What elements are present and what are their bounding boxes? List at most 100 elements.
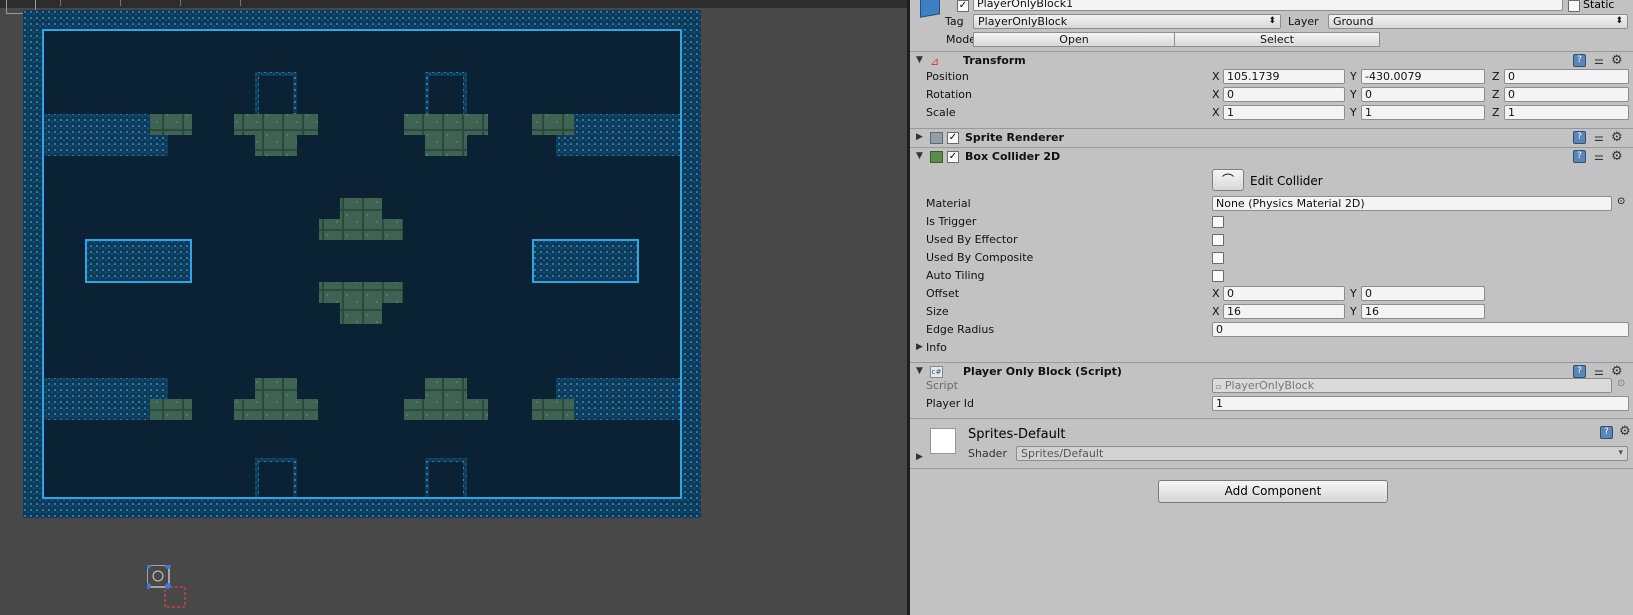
help-book-icon[interactable]: ? — [1573, 150, 1586, 163]
script-value: PlayerOnlyBlock — [1224, 379, 1315, 392]
rotation-label: Rotation — [926, 88, 973, 101]
axis-x-label: X — [1212, 305, 1220, 318]
rotation-x-field[interactable]: 0 — [1223, 87, 1345, 102]
material-label: Material — [926, 197, 971, 210]
is-trigger-checkbox[interactable] — [1212, 216, 1224, 228]
position-label: Position — [926, 70, 969, 83]
used-by-effector-checkbox[interactable] — [1212, 234, 1224, 246]
level-tilemap[interactable] — [23, 10, 701, 518]
size-x-field[interactable]: 16 — [1223, 304, 1345, 319]
model-row: Model Open Select — [910, 31, 1633, 49]
fold-right-icon: ▶ — [916, 452, 923, 462]
material-row: Material None (Physics Material 2D) ⊙ — [910, 195, 1633, 213]
object-name-field[interactable]: PlayerOnlyBlock1 — [973, 0, 1563, 11]
shader-label: Shader — [968, 447, 1007, 460]
scene-view[interactable] — [0, 0, 907, 615]
info-label: Info — [926, 341, 947, 354]
sprite-renderer-enabled-checkbox[interactable]: ✓ — [947, 132, 959, 144]
static-checkbox[interactable] — [1568, 0, 1580, 12]
sprite-renderer-icon — [930, 132, 943, 144]
edit-collider-row: ⌒ Edit Collider — [910, 169, 1633, 193]
edit-collider-label: Edit Collider — [1250, 174, 1323, 188]
axis-z-label: Z — [1492, 106, 1500, 119]
fold-right-icon: ▶ — [916, 342, 923, 352]
gear-icon[interactable]: ⚙ — [1619, 424, 1631, 439]
info-row[interactable]: ▶ Info — [910, 339, 1633, 357]
presets-icon[interactable]: ⚌ — [1594, 131, 1604, 144]
rotation-z-field[interactable]: 0 — [1504, 87, 1629, 102]
object-picker-icon: ⊙ — [1617, 378, 1626, 389]
size-y-field[interactable]: 16 — [1361, 304, 1485, 319]
used-by-effector-row: Used By Effector — [910, 231, 1633, 249]
help-book-icon[interactable]: ? — [1573, 54, 1586, 67]
edit-collider-button[interactable]: ⌒ — [1212, 169, 1244, 191]
dropdown-arrow-icon: ⬍ — [1268, 16, 1276, 26]
auto-tiling-checkbox[interactable] — [1212, 270, 1224, 282]
sprite-renderer-header[interactable]: ▶ ✓ Sprite Renderer ? ⚌ ⚙ — [910, 128, 1633, 147]
scale-x-field[interactable]: 1 — [1223, 105, 1345, 120]
is-trigger-label: Is Trigger — [926, 215, 977, 228]
edge-radius-label: Edge Radius — [926, 323, 995, 336]
presets-icon[interactable]: ⚌ — [1594, 150, 1604, 163]
material-name: Sprites-Default — [968, 427, 1066, 442]
size-label: Size — [926, 305, 949, 318]
script-label: Script — [926, 379, 958, 392]
edit-collider-icon: ⌒ — [1221, 173, 1234, 187]
dropdown-arrow-icon: ▾ — [1618, 448, 1623, 458]
position-z-field[interactable]: 0 — [1504, 69, 1629, 84]
offset-x-field[interactable]: 0 — [1223, 286, 1345, 301]
gear-icon[interactable]: ⚙ — [1611, 149, 1623, 164]
tag-dropdown[interactable]: PlayerOnlyBlock ⬍ — [973, 14, 1281, 29]
used-by-composite-row: Used By Composite — [910, 249, 1633, 267]
separator — [910, 468, 1633, 469]
selected-block-gizmo[interactable] — [145, 563, 195, 613]
box-collider-enabled-checkbox[interactable]: ✓ — [947, 151, 959, 163]
axis-y-label: Y — [1350, 70, 1357, 83]
tag-value: PlayerOnlyBlock — [978, 15, 1068, 28]
gear-icon[interactable]: ⚙ — [1611, 53, 1623, 68]
position-x-field[interactable]: 105.1739 — [1223, 69, 1345, 84]
used-by-effector-label: Used By Effector — [926, 233, 1018, 246]
scale-z-field[interactable]: 1 — [1504, 105, 1629, 120]
player-id-label: Player Id — [926, 397, 974, 410]
help-book-icon[interactable]: ? — [1600, 426, 1613, 439]
presets-icon[interactable]: ⚌ — [1594, 54, 1604, 67]
fold-down-icon: ▼ — [916, 366, 923, 376]
script-field: ▫ PlayerOnlyBlock — [1212, 378, 1612, 393]
axis-x-label: X — [1212, 287, 1220, 300]
rotation-y-field[interactable]: 0 — [1361, 87, 1485, 102]
scene-ruler — [0, 0, 907, 8]
edge-radius-field[interactable]: 0 — [1212, 322, 1629, 337]
material-asset-section: ▶ Sprites-Default Shader Sprites/Default… — [910, 420, 1633, 466]
shader-dropdown[interactable]: Sprites/Default ▾ — [1016, 446, 1628, 461]
dropdown-arrow-icon: ⬍ — [1615, 16, 1623, 26]
static-label: Static — [1583, 0, 1615, 11]
box-collider-header[interactable]: ▼ ✓ Box Collider 2D ? ⚌ ⚙ — [910, 147, 1633, 166]
gear-icon[interactable]: ⚙ — [1611, 130, 1623, 145]
player-id-row: Player Id 1 — [910, 395, 1633, 413]
offset-y-field[interactable]: 0 — [1361, 286, 1485, 301]
player-id-field[interactable]: 1 — [1212, 396, 1629, 411]
object-picker-icon[interactable]: ⊙ — [1617, 196, 1625, 207]
offset-label: Offset — [926, 287, 960, 300]
material-field[interactable]: None (Physics Material 2D) — [1212, 196, 1612, 211]
auto-tiling-row: Auto Tiling — [910, 267, 1633, 285]
model-select-button[interactable]: Select — [1174, 32, 1380, 47]
position-y-field[interactable]: -430.0079 — [1361, 69, 1485, 84]
axis-z-label: Z — [1492, 88, 1500, 101]
transform-title: Transform — [963, 54, 1026, 67]
fold-down-icon: ▼ — [916, 55, 923, 65]
offset-row: Offset X 0 Y 0 — [910, 285, 1633, 303]
layer-dropdown[interactable]: Ground ⬍ — [1328, 14, 1628, 29]
model-open-button[interactable]: Open — [973, 32, 1175, 47]
axis-y-label: Y — [1350, 106, 1357, 119]
scale-row: Scale X 1 Y 1 Z 1 — [910, 104, 1633, 122]
axis-y-label: Y — [1350, 287, 1357, 300]
help-book-icon[interactable]: ? — [1573, 131, 1586, 144]
add-component-button[interactable]: Add Component — [1158, 480, 1388, 503]
axis-x-label: X — [1212, 106, 1220, 119]
used-by-composite-checkbox[interactable] — [1212, 252, 1224, 264]
active-checkbox[interactable]: ✓ — [957, 0, 969, 12]
layer-label: Layer — [1288, 15, 1319, 28]
scale-y-field[interactable]: 1 — [1361, 105, 1485, 120]
